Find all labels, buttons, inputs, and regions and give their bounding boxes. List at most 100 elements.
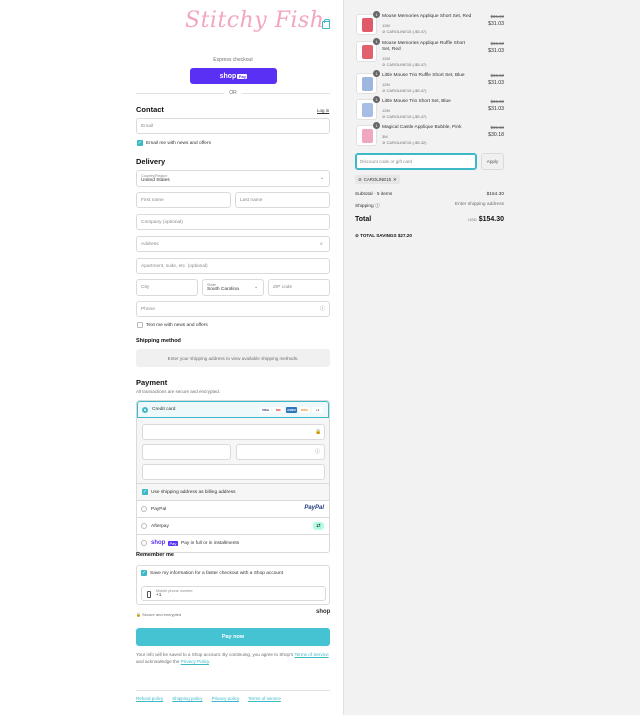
email-placeholder: Email: [141, 123, 153, 129]
security-code-field[interactable]: ⓘ: [236, 444, 325, 460]
last-name-field[interactable]: Last name: [235, 192, 330, 208]
checkout-main: Stitchy Fish Express checkout shop Pay O…: [0, 0, 343, 715]
expiration-field[interactable]: [142, 444, 231, 460]
remember-me-heading: Remember me: [136, 552, 174, 558]
state-select[interactable]: State South Carolina ⌄: [202, 279, 264, 296]
pay-now-button[interactable]: Pay now: [136, 628, 330, 646]
cart-item: 1 Mouse Memories Applique Short Set, Red…: [356, 11, 504, 40]
shop-pay-button[interactable]: shop Pay: [190, 68, 277, 84]
terms-of-service-link[interactable]: Terms of Service: [294, 652, 328, 657]
paypal-radio[interactable]: [141, 506, 147, 512]
zip-field[interactable]: ZIP code: [268, 279, 330, 296]
product-name: Magical Castle Applique Bubble, Pink: [382, 125, 462, 130]
pay-now-label: Pay now: [221, 634, 245, 640]
discount-code-text: CAROLINE15 (-$5.47): [386, 88, 427, 93]
product-name: Mouse Memories Applique Short Set, Red: [382, 14, 472, 19]
help-icon[interactable]: ⓘ: [320, 307, 325, 312]
apartment-field[interactable]: Apartment, suite, etc. (optional): [136, 258, 330, 274]
discount-code-input[interactable]: Discount code or gift card: [355, 153, 477, 170]
currency-code: USD: [468, 217, 477, 222]
card-number-field[interactable]: 🔒: [142, 424, 325, 440]
zip-placeholder: ZIP code: [273, 285, 293, 290]
product-size: 3M: [382, 134, 388, 139]
shop-pay-logo: shop: [151, 540, 166, 546]
shipping-value: Enter shipping address: [454, 202, 504, 207]
shop-logo: shop: [316, 609, 331, 615]
credit-card-radio[interactable]: [142, 407, 148, 413]
news-checkbox[interactable]: ✓: [137, 140, 143, 146]
amex-icon: AMEX: [286, 407, 297, 413]
original-price: $35.50: [490, 125, 504, 130]
card-brands: VISA MC AMEX DISC +4: [260, 407, 323, 413]
paypal-option[interactable]: PayPal PayPal: [137, 501, 329, 518]
shop-pay-badge: Pay: [168, 541, 178, 546]
shipping-message: Enter your shipping address to view avai…: [167, 355, 299, 361]
mobile-phone-value: +1: [156, 593, 162, 598]
product-image: [362, 129, 373, 143]
paypal-logo: PayPal: [304, 505, 324, 511]
payment-subtitle: All transactions are secure and encrypte…: [136, 389, 221, 394]
cart-item: 1 Little Mouse Trio Short Set, Blue 12M …: [356, 96, 504, 125]
save-info-checkbox[interactable]: ✓: [141, 570, 147, 576]
subtotal-value: $154.30: [486, 192, 504, 197]
remove-discount-icon[interactable]: ✕: [393, 177, 397, 183]
billing-checkbox[interactable]: ✓: [142, 489, 148, 495]
privacy-policy-link[interactable]: Privacy Policy: [181, 659, 209, 664]
cart-item: 1 Magical Castle Applique Bubble, Pink 3…: [356, 122, 504, 151]
store-logo[interactable]: Stitchy Fish: [185, 8, 324, 33]
afterpay-radio[interactable]: [141, 523, 147, 529]
product-name: Mouse Memories Applique Ruffle Short Set…: [382, 41, 466, 52]
applied-discount-tag: ⊘ CAROLINE15 ✕: [355, 175, 400, 184]
news-label: Email me with news and offers: [146, 141, 211, 146]
mobile-phone-field[interactable]: Mobile phone number +1: [141, 586, 326, 601]
visa-icon: VISA: [260, 407, 271, 413]
terms-of-service-footer-link[interactable]: Terms of service: [248, 696, 281, 701]
secure-label: 🔒 Secure and encrypted: [136, 612, 182, 617]
quantity-badge: 1: [373, 11, 380, 18]
first-name-field[interactable]: First name: [136, 192, 231, 208]
tag-icon: ⊘: [355, 233, 359, 238]
email-field[interactable]: Email: [136, 118, 330, 134]
discount-code: ⊘ CAROLINE15 (-$5.32): [382, 140, 427, 145]
discount-code: ⊘ CAROLINE15 (-$5.47): [382, 62, 427, 67]
shop-pay-radio[interactable]: [141, 540, 147, 546]
savings-value: $27.20: [397, 233, 412, 238]
first-name-placeholder: First name: [141, 197, 164, 203]
credit-card-option[interactable]: Credit card VISA MC AMEX DISC +4: [137, 401, 329, 418]
discounted-price: $31.03: [488, 106, 504, 112]
discover-icon: DISC: [299, 407, 310, 413]
product-image: [362, 77, 373, 91]
privacy-policy-footer-link[interactable]: Privacy policy: [212, 696, 240, 701]
help-icon[interactable]: ⓘ: [315, 450, 320, 455]
text-offers-checkbox[interactable]: [137, 322, 143, 328]
shop-pay-badge: Pay: [237, 73, 248, 79]
help-icon[interactable]: ⓘ: [375, 204, 380, 209]
original-price: $36.50: [490, 41, 504, 46]
product-name: Little Mouse Trio Ruffle Short Set, Blue: [382, 73, 465, 78]
secure-text: Secure and encrypted: [142, 612, 182, 617]
company-field[interactable]: Company (optional): [136, 214, 330, 230]
shipping-policy-link[interactable]: Shipping policy: [172, 696, 202, 701]
phone-field[interactable]: Phone ⓘ: [136, 301, 330, 317]
city-placeholder: City: [141, 285, 150, 290]
afterpay-option[interactable]: Afterpay ⇄: [137, 518, 329, 535]
refund-policy-link[interactable]: Refund policy: [136, 696, 163, 701]
shop-pay-option[interactable]: shop Pay Pay in full or in installments: [137, 535, 329, 552]
name-on-card-field[interactable]: [142, 464, 325, 480]
discounted-price: $31.03: [488, 21, 504, 27]
discount-code-text: CAROLINE15 (-$5.47): [386, 114, 427, 119]
shopping-bag-icon[interactable]: [322, 19, 330, 29]
city-field[interactable]: City: [136, 279, 198, 296]
tag-icon: ⊘: [358, 176, 362, 182]
discount-code-text: CAROLINE15 (-$5.47): [386, 29, 427, 34]
country-select[interactable]: Country/Region United States ⌄: [136, 170, 330, 187]
or-divider: OR: [229, 90, 237, 96]
savings-label: TOTAL SAVINGS: [360, 233, 397, 238]
discount-code: ⊘ CAROLINE15 (-$5.47): [382, 88, 427, 93]
footer-divider: [136, 690, 330, 691]
discount-code-text: CAROLINE15 (-$5.32): [386, 140, 427, 145]
address-field[interactable]: Address ⌕: [136, 236, 330, 252]
login-link[interactable]: Log in: [317, 108, 329, 113]
state-value: South Carolina: [207, 287, 239, 292]
apply-discount-button[interactable]: Apply: [481, 153, 504, 170]
